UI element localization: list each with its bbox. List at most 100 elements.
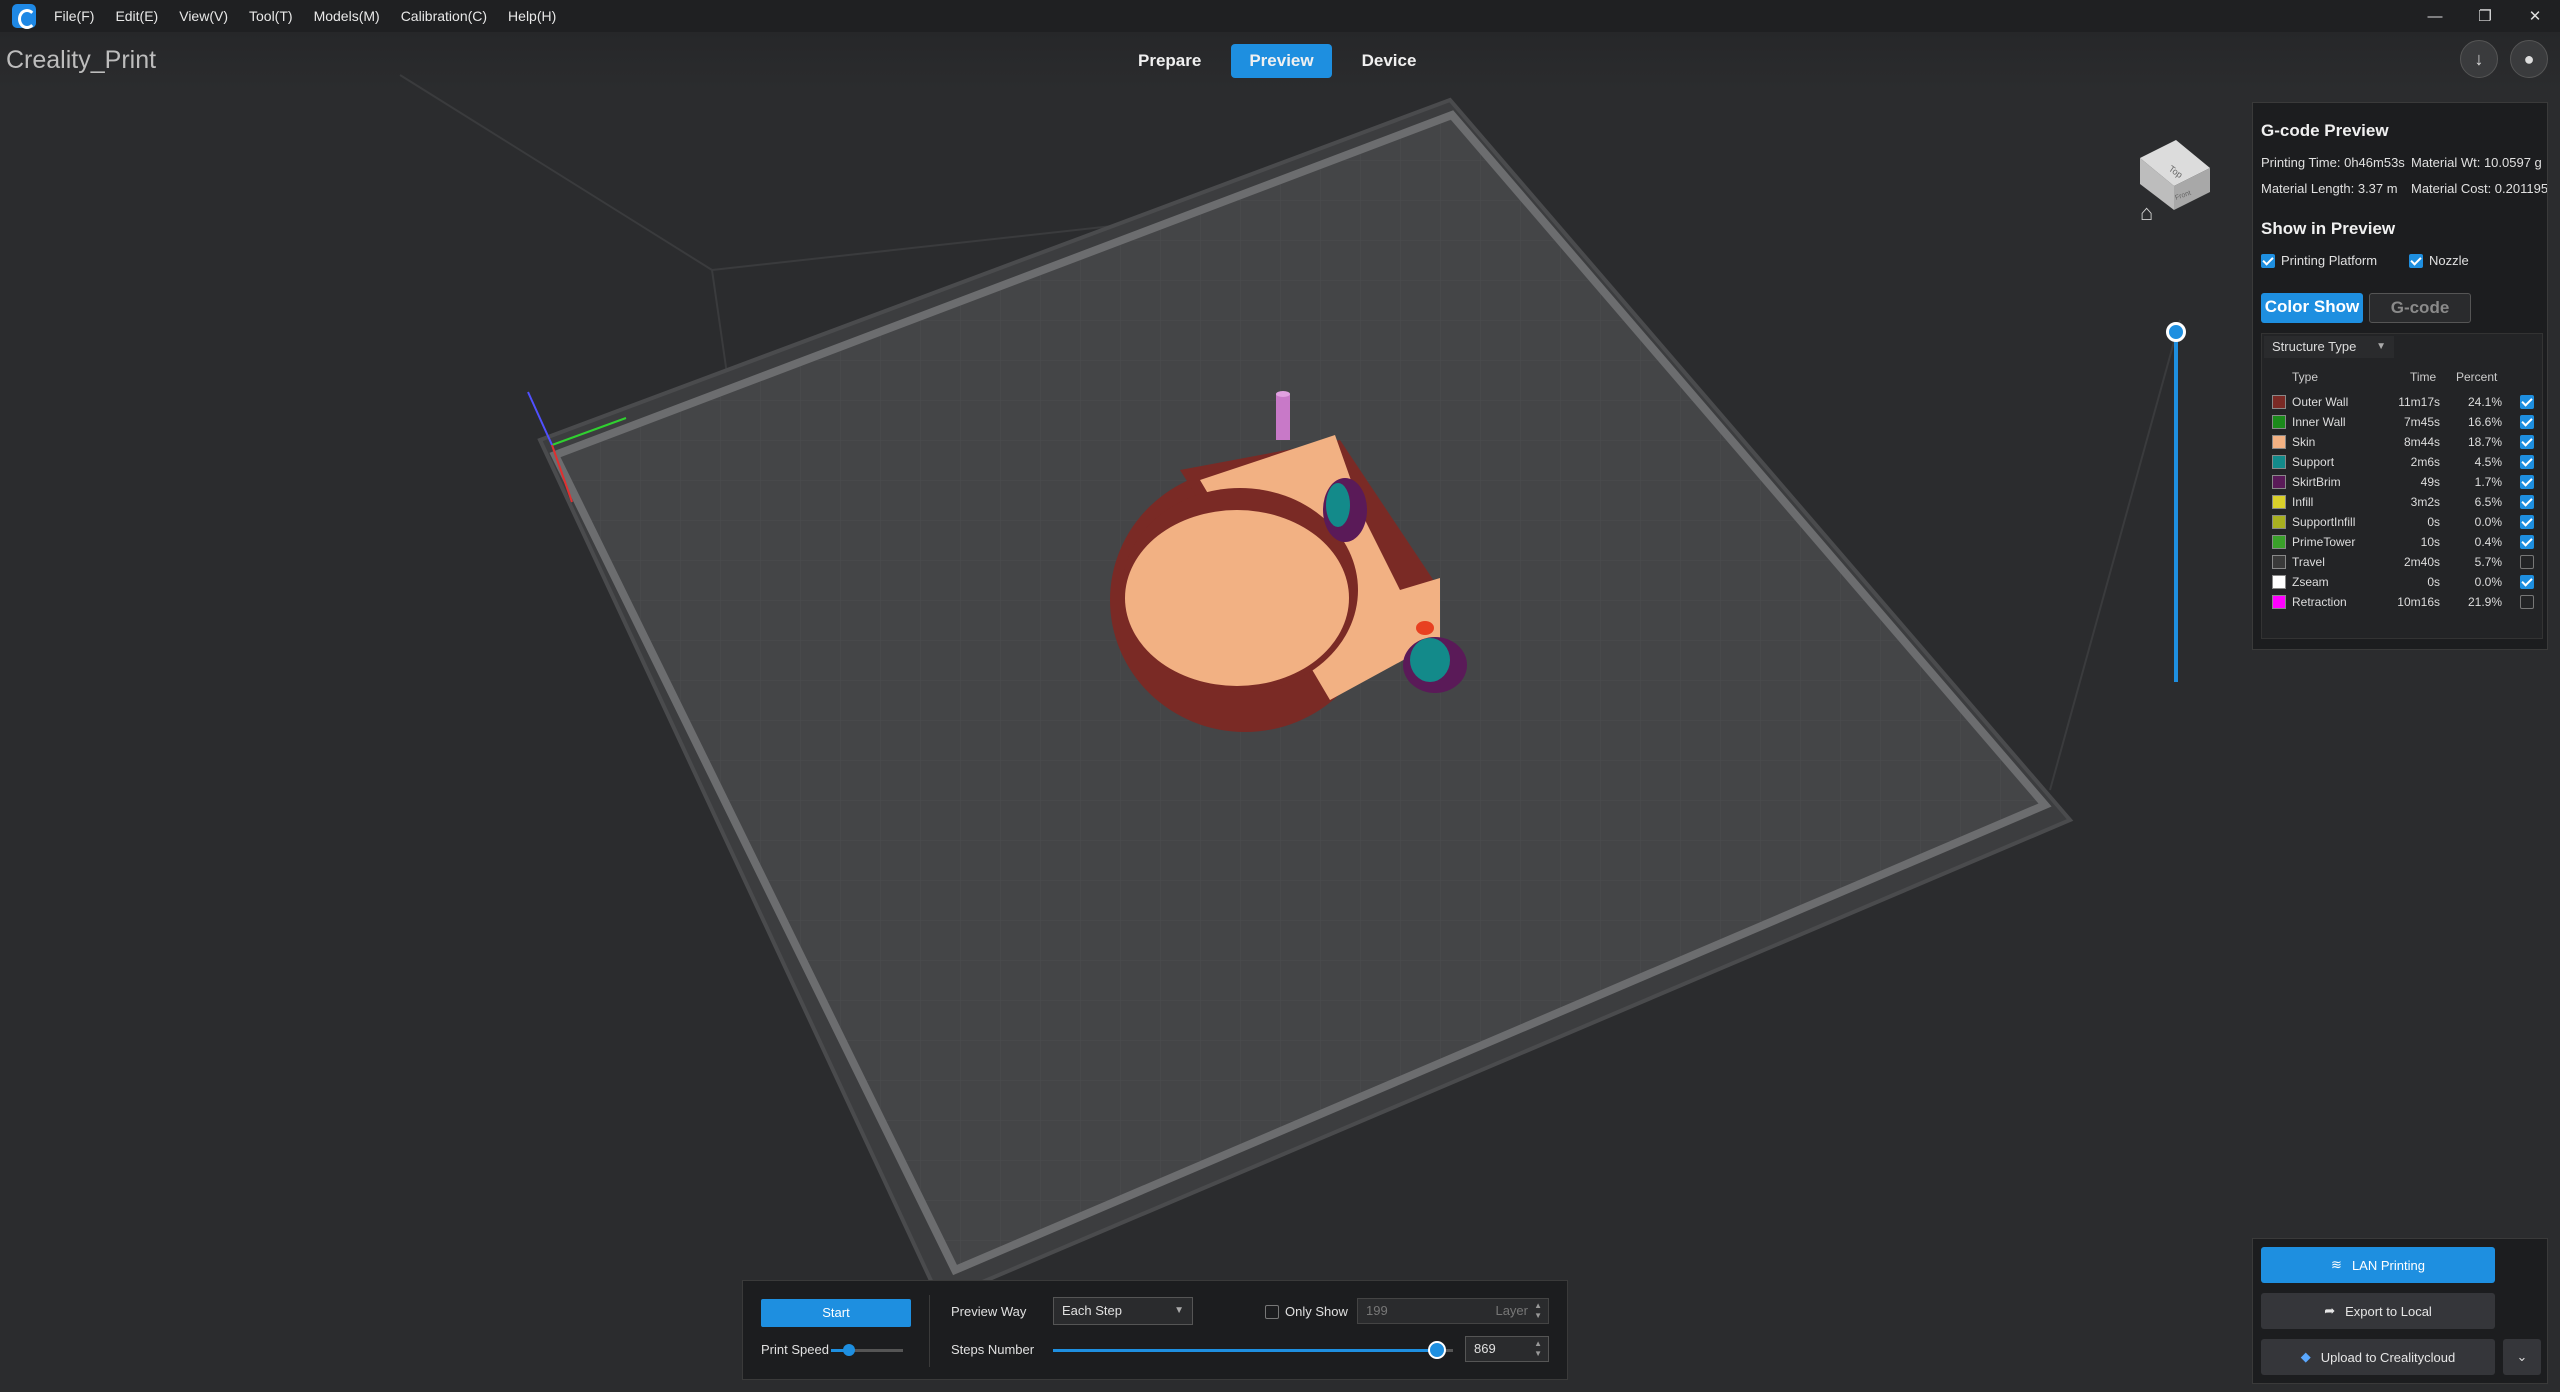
material-cost: Material Cost: 0.201195 bbox=[2411, 181, 2547, 196]
printing-platform-toggle[interactable]: Printing Platform bbox=[2261, 253, 2377, 268]
header-time: Time bbox=[2410, 370, 2437, 384]
structure-type-select[interactable]: Structure Type ▼ bbox=[2264, 336, 2394, 358]
structure-time: 8m44s bbox=[2403, 435, 2440, 449]
printing-platform-label: Printing Platform bbox=[2281, 253, 2378, 268]
color-swatch bbox=[2272, 515, 2286, 529]
color-swatch bbox=[2272, 595, 2286, 609]
structure-time: 10m16s bbox=[2397, 595, 2440, 609]
preview-way-select[interactable]: Each Step ▼ bbox=[1053, 1297, 1193, 1325]
structure-percent: 1.7% bbox=[2474, 475, 2502, 489]
color-swatch bbox=[2272, 455, 2286, 469]
color-show-button[interactable]: Color Show bbox=[2261, 293, 2363, 323]
checkbox-icon[interactable] bbox=[2520, 495, 2534, 509]
material-length: Material Length: 3.37 m bbox=[2261, 181, 2398, 196]
structure-row: Retraction 10m16s 21.9% bbox=[2262, 592, 2544, 612]
structure-percent: 24.1% bbox=[2467, 395, 2502, 409]
checkbox-icon[interactable] bbox=[2520, 515, 2534, 529]
structure-name: SkirtBrim bbox=[2292, 475, 2341, 489]
print-speed-slider[interactable] bbox=[831, 1344, 903, 1356]
color-swatch bbox=[2272, 395, 2286, 409]
cloud-cube-icon: ◆ bbox=[2300, 1349, 2311, 1364]
only-show-label: Only Show bbox=[1285, 1304, 1348, 1319]
export-dropdown-button[interactable]: ⌄ bbox=[2503, 1339, 2541, 1375]
lan-printing-button[interactable]: ≋ LAN Printing bbox=[2261, 1247, 2495, 1283]
structure-percent: 6.5% bbox=[2474, 495, 2502, 509]
show-in-preview-title: Show in Preview bbox=[2261, 219, 2396, 238]
share-arrow-icon: ➦ bbox=[2324, 1303, 2336, 1318]
checkbox-icon[interactable] bbox=[2520, 555, 2534, 569]
checkbox-icon[interactable] bbox=[2261, 253, 2275, 268]
gcode-preview-title: G-code Preview bbox=[2261, 121, 2389, 140]
gcode-button[interactable]: G-code bbox=[2369, 293, 2471, 323]
structure-time: 0s bbox=[2427, 575, 2440, 589]
preview-way-label: Preview Way bbox=[951, 1304, 1027, 1319]
structure-percent: 16.6% bbox=[2467, 415, 2502, 429]
structure-row: Inner Wall 7m45s 16.6% bbox=[2262, 412, 2544, 432]
divider bbox=[929, 1295, 930, 1367]
start-button[interactable]: Start bbox=[761, 1299, 911, 1327]
color-swatch bbox=[2272, 415, 2286, 429]
header-type: Type bbox=[2292, 370, 2319, 384]
checkbox-icon[interactable] bbox=[1265, 1304, 1279, 1319]
checkbox-icon[interactable] bbox=[2520, 395, 2534, 409]
home-icon[interactable]: ⌂ bbox=[2140, 200, 2153, 226]
checkbox-icon[interactable] bbox=[2520, 435, 2534, 449]
3d-viewport[interactable]: Top Front ⌂ bbox=[0, 74, 2560, 1392]
structure-time: 7m45s bbox=[2403, 415, 2440, 429]
preview-controls-panel: Start Print Speed Preview Way Each Step … bbox=[742, 1280, 1568, 1380]
checkbox-icon[interactable] bbox=[2520, 475, 2534, 489]
structure-row: Infill 3m2s 6.5% bbox=[2262, 492, 2544, 512]
structure-row: Support 2m6s 4.5% bbox=[2262, 452, 2544, 472]
lan-printing-label: LAN Printing bbox=[2351, 1257, 2425, 1273]
color-swatch bbox=[2272, 535, 2286, 549]
structure-percent: 18.7% bbox=[2467, 435, 2502, 449]
print-speed-label: Print Speed bbox=[761, 1342, 829, 1357]
structure-percent: 0.4% bbox=[2474, 535, 2502, 549]
nozzle-toggle[interactable]: Nozzle bbox=[2409, 253, 2469, 268]
chevron-down-icon: ▼ bbox=[2376, 341, 2386, 352]
print-speed-handle[interactable] bbox=[843, 1344, 855, 1356]
scene-drawing: Top Front bbox=[399, 74, 2210, 1303]
checkbox-icon[interactable] bbox=[2520, 455, 2534, 469]
steps-number-input[interactable]: 869 ▲ ▼ bbox=[1465, 1336, 1549, 1362]
color-swatch bbox=[2272, 475, 2286, 489]
structure-row: Skin 8m44s 18.7% bbox=[2262, 432, 2544, 452]
gcode-preview-panel: G-code Preview Printing Time: 0h46m53s M… bbox=[2252, 102, 2548, 650]
checkbox-icon[interactable] bbox=[2520, 535, 2534, 549]
export-to-local-button[interactable]: ➦ Export to Local bbox=[2261, 1293, 2495, 1329]
structure-percent: 0.0% bbox=[2474, 575, 2502, 589]
structure-time: 2m40s bbox=[2403, 555, 2440, 569]
only-show-toggle[interactable]: Only Show bbox=[1265, 1304, 1348, 1319]
structure-time: 0s bbox=[2427, 515, 2440, 529]
steps-slider[interactable] bbox=[1053, 1341, 1453, 1359]
spin-arrows-icon[interactable]: ▲ ▼ bbox=[1534, 1339, 1542, 1359]
preview-way-value: Each Step bbox=[1062, 1303, 1122, 1318]
only-show-layer-value: 199 bbox=[1366, 1303, 1388, 1318]
nozzle-label: Nozzle bbox=[2429, 253, 2469, 268]
structure-row: SkirtBrim 49s 1.7% bbox=[2262, 472, 2544, 492]
structure-row: Travel 2m40s 5.7% bbox=[2262, 552, 2544, 572]
structure-name: Support bbox=[2292, 455, 2335, 469]
checkbox-icon[interactable] bbox=[2520, 575, 2534, 589]
spin-arrows-icon[interactable]: ▲ ▼ bbox=[1534, 1301, 1542, 1321]
only-show-layer-input[interactable]: 199 Layer ▲ ▼ bbox=[1357, 1298, 1549, 1324]
structure-name: Inner Wall bbox=[2292, 415, 2346, 429]
structure-row: SupportInfill 0s 0.0% bbox=[2262, 512, 2544, 532]
checkbox-icon[interactable] bbox=[2520, 415, 2534, 429]
structure-row: PrimeTower 10s 0.4% bbox=[2262, 532, 2544, 552]
structure-name: PrimeTower bbox=[2292, 535, 2356, 549]
layer-slider-track[interactable] bbox=[2174, 330, 2178, 682]
material-weight: Material Wt: 10.0597 g bbox=[2411, 155, 2542, 170]
checkbox-icon[interactable] bbox=[2409, 253, 2423, 268]
checkbox-icon[interactable] bbox=[2520, 595, 2534, 609]
layer-slider-handle[interactable] bbox=[2166, 322, 2186, 342]
color-swatch bbox=[2272, 495, 2286, 509]
wifi-icon: ≋ bbox=[2331, 1257, 2342, 1272]
steps-handle[interactable] bbox=[1428, 1341, 1446, 1359]
structure-name: Zseam bbox=[2292, 575, 2329, 589]
structure-percent: 0.0% bbox=[2474, 515, 2502, 529]
steps-fill bbox=[1053, 1349, 1437, 1352]
structure-row: Outer Wall 11m17s 24.1% bbox=[2262, 392, 2544, 412]
upload-cloud-button[interactable]: ◆ Upload to Crealitycloud bbox=[2261, 1339, 2495, 1375]
layer-unit-label: Layer bbox=[1495, 1303, 1528, 1318]
